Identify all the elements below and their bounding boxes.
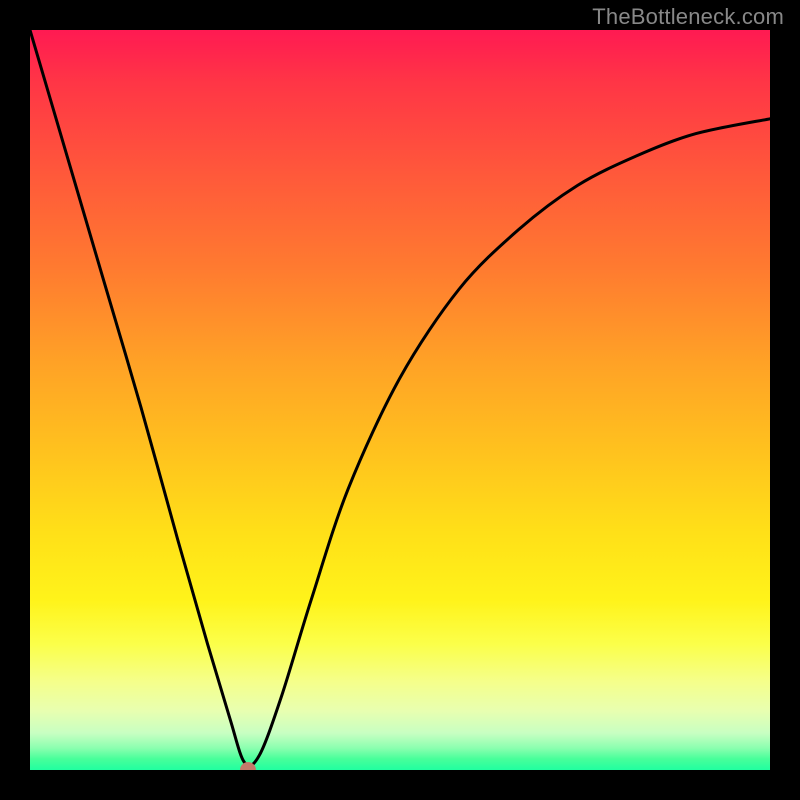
plot-area (30, 30, 770, 770)
attribution-text: TheBottleneck.com (592, 4, 784, 30)
chart-frame: TheBottleneck.com (0, 0, 800, 800)
bottleneck-curve (30, 30, 770, 770)
